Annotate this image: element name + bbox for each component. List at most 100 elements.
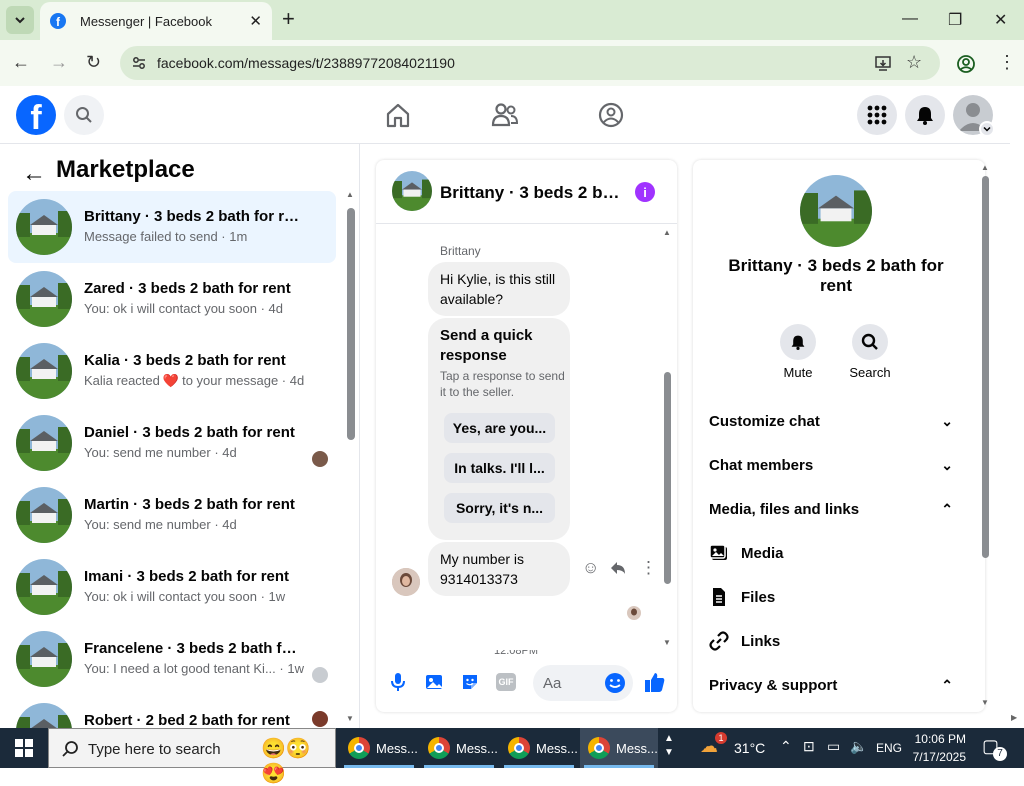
react-smiley-icon[interactable]: ☺: [582, 558, 599, 578]
message-bubble[interactable]: Hi Kylie, is this still available?: [428, 262, 570, 316]
close-window-icon[interactable]: ✕: [994, 10, 1007, 30]
chat-header: Brittany · 3 beds 2 bath for rent i: [376, 160, 677, 224]
conversation-item[interactable]: Daniel · 3 beds 2 bath for rent You: send…: [8, 407, 336, 479]
start-button[interactable]: [0, 728, 48, 768]
taskbar-chrome-window[interactable]: Mess...: [420, 728, 498, 768]
files-row[interactable]: Files: [709, 587, 775, 607]
account-chevron-icon[interactable]: [979, 121, 995, 137]
more-options-icon[interactable]: ⋮: [640, 558, 657, 578]
info-icon[interactable]: i: [635, 182, 655, 202]
conversation-item[interactable]: Kalia · 3 beds 2 bath for rent Kalia reac…: [8, 335, 336, 407]
notifications-button[interactable]: [905, 95, 945, 135]
page-scroll-right-icon[interactable]: ▶: [1011, 713, 1017, 722]
conversation-item[interactable]: Martin · 3 beds 2 bath for rent You: send…: [8, 479, 336, 551]
site-info-icon[interactable]: [131, 55, 147, 71]
customize-chat-label: Customize chat: [709, 413, 820, 430]
media-files-links-row[interactable]: Media, files and links ⌃: [709, 501, 969, 518]
chat-scroll-down-icon[interactable]: ▼: [663, 638, 671, 647]
conversation-item[interactable]: Imani · 3 beds 2 bath for rent You: ok i …: [8, 551, 336, 623]
clock-time[interactable]: 10:06 PM: [912, 732, 966, 746]
taskbar-chrome-window[interactable]: Mess...: [340, 728, 418, 768]
conversation-avatar: [16, 271, 72, 327]
browser-menu-icon[interactable]: ⋮: [998, 52, 1016, 73]
message-bubble[interactable]: My number is 9314013373: [428, 542, 570, 596]
install-app-icon[interactable]: [874, 54, 892, 72]
taskbar-chrome-window-active[interactable]: Mess...: [580, 728, 658, 768]
back-arrow-icon[interactable]: ←: [22, 160, 46, 188]
conversation-preview: Message failed to send · 1m: [84, 229, 248, 244]
photo-icon[interactable]: [424, 672, 444, 692]
scroll-up-icon[interactable]: ▲: [346, 190, 354, 199]
conversation-item[interactable]: Zared · 3 beds 2 bath for rent You: ok i …: [8, 263, 336, 335]
minimize-icon[interactable]: —: [902, 10, 918, 28]
customize-chat-row[interactable]: Customize chat ⌄: [709, 413, 969, 430]
links-row[interactable]: Links: [709, 631, 780, 651]
omnibox[interactable]: facebook.com/messages/t/2388977208402119…: [120, 46, 940, 80]
details-scrollbar[interactable]: [982, 176, 989, 558]
quick-reply-button[interactable]: In talks. I'll l...: [444, 453, 555, 483]
language-indicator[interactable]: ENG: [876, 741, 902, 755]
volume-icon[interactable]: 🔈: [850, 738, 867, 755]
chat-scrollbar[interactable]: [664, 372, 671, 584]
network-icon[interactable]: ⊡: [803, 738, 815, 755]
privacy-support-row[interactable]: Privacy & support ⌃: [709, 677, 969, 694]
bookmark-star-icon[interactable]: ☆: [906, 52, 922, 73]
quick-reply-button[interactable]: Yes, are you...: [444, 413, 555, 443]
gif-icon[interactable]: GIF: [496, 673, 516, 691]
url-text: facebook.com/messages/t/2388977208402119…: [157, 55, 455, 71]
chat-scroll-up-icon[interactable]: ▲: [663, 228, 671, 237]
conversation-preview: You: ok i will contact you soon · 4d: [84, 301, 283, 316]
scroll-down-icon[interactable]: ▼: [346, 714, 354, 723]
profile-icon[interactable]: [956, 54, 976, 74]
tray-chevron-up-icon[interactable]: ⌃: [780, 738, 792, 755]
close-tab-icon[interactable]: ✕: [249, 12, 262, 30]
emoji-icon[interactable]: [604, 672, 626, 694]
microphone-icon[interactable]: [389, 672, 407, 692]
groups-icon[interactable]: [596, 100, 626, 130]
reply-icon[interactable]: [609, 559, 627, 577]
taskbar-search-box[interactable]: Type here to search 😄😳😍: [48, 728, 336, 785]
search-in-chat-button[interactable]: [852, 324, 888, 360]
details-scroll-down-icon[interactable]: ▼: [981, 698, 989, 707]
inbox-scrollbar[interactable]: [347, 208, 355, 440]
message-placeholder: Aa: [543, 675, 562, 692]
message-input[interactable]: Aa: [533, 665, 633, 701]
facebook-favicon-icon: f: [50, 13, 66, 29]
media-files-links-label: Media, files and links: [709, 501, 860, 518]
battery-icon[interactable]: ▭: [827, 738, 840, 755]
sender-avatar[interactable]: [392, 568, 420, 596]
chat-members-row[interactable]: Chat members ⌄: [709, 457, 969, 474]
mute-button[interactable]: [780, 324, 816, 360]
back-icon[interactable]: ←: [12, 52, 30, 73]
forward-icon[interactable]: →: [50, 52, 68, 73]
conversation-item[interactable]: Brittany · 3 beds 2 bath for rent Message…: [8, 191, 336, 263]
tab-search-button[interactable]: [6, 6, 34, 34]
media-row[interactable]: Media: [709, 543, 784, 563]
clock-date[interactable]: 7/17/2025: [912, 750, 966, 764]
quick-reply-button[interactable]: Sorry, it's n...: [444, 493, 555, 523]
mute-label: Mute: [783, 365, 813, 380]
facebook-search-button[interactable]: [64, 95, 104, 135]
home-icon[interactable]: [383, 100, 413, 130]
thumbs-up-icon[interactable]: [644, 671, 666, 693]
conversation-details-panel: Brittany · 3 beds 2 bath for rent Mute S…: [693, 160, 985, 712]
seen-avatar-icon: [627, 606, 641, 620]
reload-icon[interactable]: ↻: [86, 52, 101, 73]
facebook-logo-icon[interactable]: f: [16, 95, 56, 135]
restore-icon[interactable]: ❐: [948, 10, 962, 30]
taskbar-chrome-window[interactable]: Mess...: [500, 728, 578, 768]
taskbar-overflow-icon[interactable]: ▲ ▼: [664, 732, 674, 760]
conversation-name: Zared · 3 beds 2 bath for rent: [84, 280, 291, 297]
conversation-preview: Kalia reacted ❤️ to your message · 4d: [84, 373, 304, 389]
chrome-icon: [508, 737, 530, 759]
conversation-item[interactable]: Francelene · 3 beds 2 bath for rent You: …: [8, 623, 336, 695]
details-avatar[interactable]: [800, 175, 872, 247]
browser-tab[interactable]: f Messenger | Facebook ✕: [40, 2, 272, 40]
conversation-avatar: [16, 415, 72, 471]
menu-grid-button[interactable]: [857, 95, 897, 135]
details-scroll-up-icon[interactable]: ▲: [981, 163, 989, 172]
friends-icon[interactable]: [490, 100, 520, 130]
sticker-icon[interactable]: [460, 672, 480, 692]
chat-avatar[interactable]: [392, 171, 432, 211]
new-tab-button[interactable]: +: [282, 8, 295, 30]
